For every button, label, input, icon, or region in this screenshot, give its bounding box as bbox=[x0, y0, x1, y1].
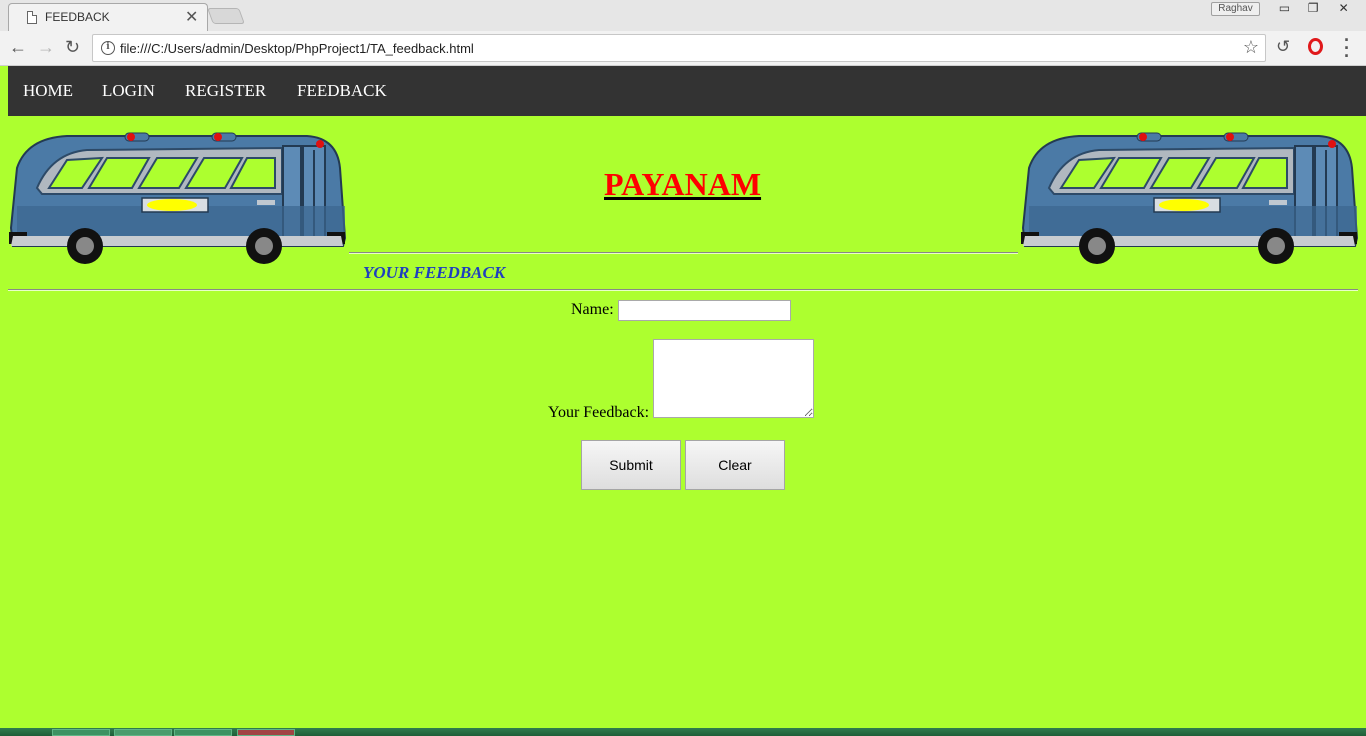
window-controls: ▭ ❐ ✕ bbox=[1270, 1, 1360, 17]
nav-feedback-link[interactable]: FEEDBACK bbox=[297, 81, 387, 101]
taskbar-item-app[interactable] bbox=[174, 729, 232, 736]
nav-home-link[interactable]: HOME bbox=[23, 81, 73, 101]
tab-close-icon[interactable]: ✕ bbox=[185, 7, 198, 27]
taskbar-item-chrome[interactable] bbox=[114, 729, 172, 736]
site-title: PAYANAM bbox=[604, 166, 762, 202]
site-navbar: HOME LOGIN REGISTER FEEDBACK bbox=[8, 66, 1366, 116]
submit-button[interactable]: Submit bbox=[581, 440, 681, 490]
back-button[interactable]: ← bbox=[9, 37, 27, 57]
feedback-label: Your Feedback: bbox=[548, 404, 650, 421]
new-tab-button[interactable] bbox=[207, 8, 245, 24]
bus-illustration bbox=[1021, 132, 1359, 264]
opera-icon[interactable] bbox=[1308, 38, 1323, 55]
nav-login-link[interactable]: LOGIN bbox=[102, 81, 155, 101]
document-icon bbox=[27, 11, 37, 24]
name-label: Name: bbox=[571, 301, 614, 318]
taskbar-item-app-red[interactable] bbox=[237, 729, 295, 736]
address-bar[interactable]: i file:///C:/Users/admin/Desktop/PhpProj… bbox=[92, 34, 1266, 62]
url-text[interactable]: file:///C:/Users/admin/Desktop/PhpProjec… bbox=[120, 41, 474, 56]
bus-illustration bbox=[9, 132, 347, 264]
bus-image-left bbox=[9, 132, 347, 264]
os-taskbar bbox=[0, 728, 1366, 736]
nav-register-link[interactable]: REGISTER bbox=[185, 81, 266, 101]
star-icon[interactable]: ☆ bbox=[1243, 37, 1259, 58]
tab-title: FEEDBACK bbox=[45, 10, 110, 24]
reload-button[interactable]: ↻ bbox=[65, 37, 80, 57]
restore-button[interactable]: ❐ bbox=[1299, 1, 1328, 17]
feedback-textarea[interactable] bbox=[653, 339, 814, 418]
browser-tabstrip: FEEDBACK ✕ Raghav ▭ ❐ ✕ bbox=[0, 0, 1366, 31]
section-divider bbox=[8, 289, 1358, 291]
header-divider bbox=[349, 252, 1018, 254]
bus-image-right bbox=[1021, 132, 1359, 264]
close-window-button[interactable]: ✕ bbox=[1327, 1, 1360, 17]
info-icon[interactable]: i bbox=[101, 41, 115, 55]
browser-tab-active[interactable]: FEEDBACK ✕ bbox=[8, 3, 208, 31]
forward-button[interactable]: → bbox=[37, 37, 55, 57]
history-icon[interactable]: ↺ bbox=[1276, 37, 1290, 57]
name-input[interactable] bbox=[618, 300, 791, 321]
section-heading: YOUR FEEDBACK bbox=[363, 263, 506, 282]
taskbar-item-explorer[interactable] bbox=[52, 729, 110, 736]
menu-icon[interactable]: · · · bbox=[1344, 31, 1350, 65]
browser-toolbar: ← → ↻ i file:///C:/Users/admin/Desktop/P… bbox=[0, 31, 1366, 66]
profile-badge[interactable]: Raghav bbox=[1211, 2, 1260, 16]
minimize-button[interactable]: ▭ bbox=[1270, 1, 1299, 17]
clear-button[interactable]: Clear bbox=[685, 440, 785, 490]
page-viewport: HOME LOGIN REGISTER FEEDBACK PAYANAM YOU… bbox=[0, 66, 1366, 728]
